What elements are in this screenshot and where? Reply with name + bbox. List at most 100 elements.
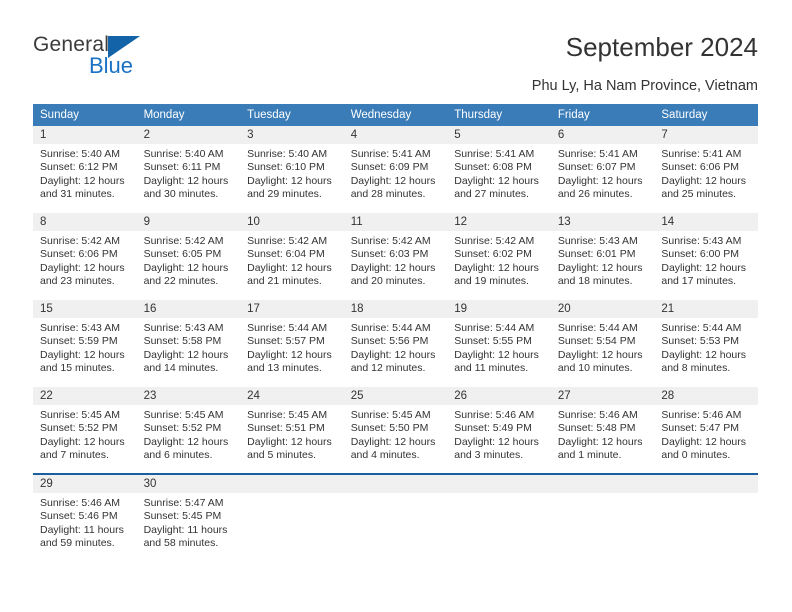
- daylight-duration-line1: Daylight: 11 hours: [40, 523, 124, 536]
- day-details: Sunrise: 5:46 AM Sunset: 5:48 PM Daylight:…: [551, 405, 655, 463]
- day-details: Sunrise: 5:42 AM Sunset: 6:04 PM Daylight:…: [240, 231, 344, 289]
- weekday-header-tuesday: Tuesday: [240, 104, 344, 126]
- calendar-day-cell[interactable]: 4 Sunrise: 5:41 AM Sunset: 6:09 PM Daylight…: [343, 126, 448, 213]
- daylight-duration-line2: and 18 minutes.: [557, 275, 633, 288]
- sunset-time: Sunset: 6:05 PM: [143, 248, 222, 261]
- calendar-day-cell[interactable]: 16 Sunrise: 5:43 AM Sunset: 5:58 PM Dayligh…: [136, 299, 241, 387]
- calendar-day-cell[interactable]: [240, 473, 344, 561]
- daylight-duration-line1: Daylight: 12 hours: [350, 435, 436, 448]
- day-details: Sunrise: 5:40 AM Sunset: 6:10 PM Daylight:…: [240, 144, 344, 202]
- calendar-week-row: 22 Sunrise: 5:45 AM Sunset: 5:52 PM Dayligh…: [33, 386, 758, 474]
- calendar-day-cell[interactable]: 11 Sunrise: 5:42 AM Sunset: 6:03 PM Dayligh…: [343, 212, 448, 300]
- day-number: 2: [136, 126, 241, 144]
- day-cell-inner: 13 Sunrise: 5:43 AM Sunset: 6:01 PM Dayligh…: [550, 213, 655, 299]
- calendar-day-cell[interactable]: 1 Sunrise: 5:40 AM Sunset: 6:12 PM Daylight…: [33, 126, 137, 213]
- day-details: Sunrise: 5:40 AM Sunset: 6:11 PM Daylight:…: [137, 144, 241, 202]
- day-cell-inner: 2 Sunrise: 5:40 AM Sunset: 6:11 PM Daylight…: [136, 126, 241, 212]
- daylight-duration-line2: and 21 minutes.: [247, 275, 322, 288]
- daylight-duration-line1: Daylight: 12 hours: [350, 348, 436, 361]
- sunset-time: Sunset: 6:04 PM: [247, 248, 325, 261]
- calendar-day-cell[interactable]: [343, 473, 448, 561]
- sunset-time: Sunset: 6:12 PM: [40, 161, 118, 174]
- calendar-day-cell[interactable]: 23 Sunrise: 5:45 AM Sunset: 5:52 PM Dayligh…: [136, 386, 241, 474]
- calendar-day-cell[interactable]: 27 Sunrise: 5:46 AM Sunset: 5:48 PM Dayligh…: [550, 386, 655, 474]
- day-details: Sunrise: 5:46 AM Sunset: 5:46 PM Daylight:…: [33, 493, 137, 551]
- day-cell-inner: 8 Sunrise: 5:42 AM Sunset: 6:06 PM Daylight…: [33, 213, 137, 299]
- calendar-day-cell[interactable]: 12 Sunrise: 5:42 AM Sunset: 6:02 PM Dayligh…: [447, 212, 551, 300]
- daylight-duration-line1: Daylight: 12 hours: [661, 174, 747, 187]
- calendar-day-cell[interactable]: 22 Sunrise: 5:45 AM Sunset: 5:52 PM Dayligh…: [33, 386, 137, 474]
- daylight-duration-line2: and 30 minutes.: [143, 188, 219, 201]
- calendar-body: 1 Sunrise: 5:40 AM Sunset: 6:12 PM Daylight…: [33, 126, 758, 561]
- sunset-time: Sunset: 5:50 PM: [350, 422, 429, 435]
- calendar-header-row: Sunday Monday Tuesday Wednesday Thursday…: [33, 104, 758, 126]
- day-number: 1: [33, 126, 137, 144]
- daylight-duration-line1: Daylight: 12 hours: [454, 261, 539, 274]
- day-number: [240, 475, 344, 493]
- day-number: 22: [33, 387, 137, 405]
- general-blue-logo[interactable]: General Blue: [33, 33, 213, 81]
- sunset-time: Sunset: 5:47 PM: [661, 422, 740, 435]
- sunset-time: Sunset: 5:56 PM: [350, 335, 429, 348]
- calendar-day-cell[interactable]: 6 Sunrise: 5:41 AM Sunset: 6:07 PM Daylight…: [550, 126, 655, 213]
- daylight-duration-line2: and 27 minutes.: [454, 188, 529, 201]
- calendar-day-cell[interactable]: 18 Sunrise: 5:44 AM Sunset: 5:56 PM Dayligh…: [343, 299, 448, 387]
- daylight-duration-line2: and 6 minutes.: [143, 449, 213, 462]
- calendar-day-cell[interactable]: 10 Sunrise: 5:42 AM Sunset: 6:04 PM Dayligh…: [240, 212, 344, 300]
- calendar-day-cell[interactable]: 19 Sunrise: 5:44 AM Sunset: 5:55 PM Dayligh…: [447, 299, 551, 387]
- calendar-day-cell[interactable]: 28 Sunrise: 5:46 AM Sunset: 5:47 PM Dayligh…: [654, 386, 758, 474]
- calendar-day-cell[interactable]: 2 Sunrise: 5:40 AM Sunset: 6:11 PM Daylight…: [136, 126, 241, 213]
- sunset-time: Sunset: 6:11 PM: [143, 161, 221, 174]
- calendar-page: General Blue September 2024 Phu Ly, Ha N…: [0, 0, 792, 612]
- calendar-day-cell[interactable]: 14 Sunrise: 5:43 AM Sunset: 6:00 PM Dayligh…: [654, 212, 758, 300]
- day-details: Sunrise: 5:45 AM Sunset: 5:52 PM Daylight:…: [137, 405, 241, 463]
- calendar-day-cell[interactable]: 17 Sunrise: 5:44 AM Sunset: 5:57 PM Dayligh…: [240, 299, 344, 387]
- day-cell-inner: 23 Sunrise: 5:45 AM Sunset: 5:52 PM Dayligh…: [136, 387, 241, 473]
- sunset-time: Sunset: 5:48 PM: [557, 422, 636, 435]
- day-cell-inner: [240, 475, 344, 561]
- sunrise-time: Sunrise: 5:43 AM: [661, 235, 742, 247]
- day-cell-inner: 18 Sunrise: 5:44 AM Sunset: 5:56 PM Dayligh…: [343, 300, 448, 386]
- calendar-day-cell[interactable]: 20 Sunrise: 5:44 AM Sunset: 5:54 PM Dayligh…: [550, 299, 655, 387]
- calendar-day-cell[interactable]: [550, 473, 655, 561]
- day-details: Sunrise: 5:44 AM Sunset: 5:54 PM Daylight:…: [551, 318, 655, 376]
- daylight-duration-line2: and 23 minutes.: [40, 275, 115, 288]
- calendar-day-cell[interactable]: 3 Sunrise: 5:40 AM Sunset: 6:10 PM Daylight…: [240, 126, 344, 213]
- sunrise-time: Sunrise: 5:43 AM: [40, 322, 120, 334]
- sunset-time: Sunset: 5:51 PM: [247, 422, 325, 435]
- day-details: Sunrise: 5:40 AM Sunset: 6:12 PM Daylight:…: [33, 144, 137, 202]
- calendar-week-row: 15 Sunrise: 5:43 AM Sunset: 5:59 PM Dayligh…: [33, 299, 758, 387]
- daylight-duration-line1: Daylight: 12 hours: [143, 348, 229, 361]
- daylight-duration-line2: and 17 minutes.: [661, 275, 737, 288]
- calendar-day-cell[interactable]: 21 Sunrise: 5:44 AM Sunset: 5:53 PM Dayligh…: [654, 299, 758, 387]
- calendar-day-cell[interactable]: 15 Sunrise: 5:43 AM Sunset: 5:59 PM Dayligh…: [33, 299, 137, 387]
- calendar-day-cell[interactable]: 29 Sunrise: 5:46 AM Sunset: 5:46 PM Dayligh…: [33, 473, 137, 561]
- day-number: [447, 475, 551, 493]
- calendar-day-cell[interactable]: 25 Sunrise: 5:45 AM Sunset: 5:50 PM Dayligh…: [343, 386, 448, 474]
- calendar-day-cell[interactable]: 8 Sunrise: 5:42 AM Sunset: 6:06 PM Daylight…: [33, 212, 137, 300]
- weekday-header-sunday: Sunday: [33, 104, 137, 126]
- day-number: 29: [33, 475, 137, 493]
- calendar-day-cell[interactable]: 7 Sunrise: 5:41 AM Sunset: 6:06 PM Daylight…: [654, 126, 758, 213]
- sunset-time: Sunset: 6:09 PM: [350, 161, 429, 174]
- calendar-day-cell[interactable]: 13 Sunrise: 5:43 AM Sunset: 6:01 PM Dayligh…: [550, 212, 655, 300]
- daylight-duration-line1: Daylight: 12 hours: [143, 261, 229, 274]
- calendar-day-cell[interactable]: 9 Sunrise: 5:42 AM Sunset: 6:05 PM Daylight…: [136, 212, 241, 300]
- day-details: Sunrise: 5:42 AM Sunset: 6:06 PM Daylight:…: [33, 231, 137, 289]
- day-number: 8: [33, 213, 137, 231]
- calendar-day-cell[interactable]: [447, 473, 551, 561]
- calendar-day-cell[interactable]: 5 Sunrise: 5:41 AM Sunset: 6:08 PM Daylight…: [447, 126, 551, 213]
- page-subtitle: Phu Ly, Ha Nam Province, Vietnam: [531, 78, 758, 94]
- day-number: 7: [654, 126, 758, 144]
- sunrise-time: Sunrise: 5:40 AM: [40, 148, 120, 160]
- calendar-day-cell[interactable]: 24 Sunrise: 5:45 AM Sunset: 5:51 PM Dayligh…: [240, 386, 344, 474]
- calendar-day-cell[interactable]: 26 Sunrise: 5:46 AM Sunset: 5:49 PM Dayligh…: [447, 386, 551, 474]
- calendar-day-cell[interactable]: [654, 473, 758, 561]
- day-details: Sunrise: 5:44 AM Sunset: 5:57 PM Daylight:…: [240, 318, 344, 376]
- daylight-duration-line1: Daylight: 12 hours: [40, 348, 125, 361]
- day-details: Sunrise: 5:46 AM Sunset: 5:49 PM Daylight:…: [447, 405, 551, 463]
- calendar-week-row: 8 Sunrise: 5:42 AM Sunset: 6:06 PM Daylight…: [33, 212, 758, 300]
- calendar-day-cell[interactable]: 30 Sunrise: 5:47 AM Sunset: 5:45 PM Dayligh…: [136, 473, 241, 561]
- day-cell-inner: 10 Sunrise: 5:42 AM Sunset: 6:04 PM Dayligh…: [240, 213, 344, 299]
- day-cell-inner: 12 Sunrise: 5:42 AM Sunset: 6:02 PM Dayligh…: [447, 213, 551, 299]
